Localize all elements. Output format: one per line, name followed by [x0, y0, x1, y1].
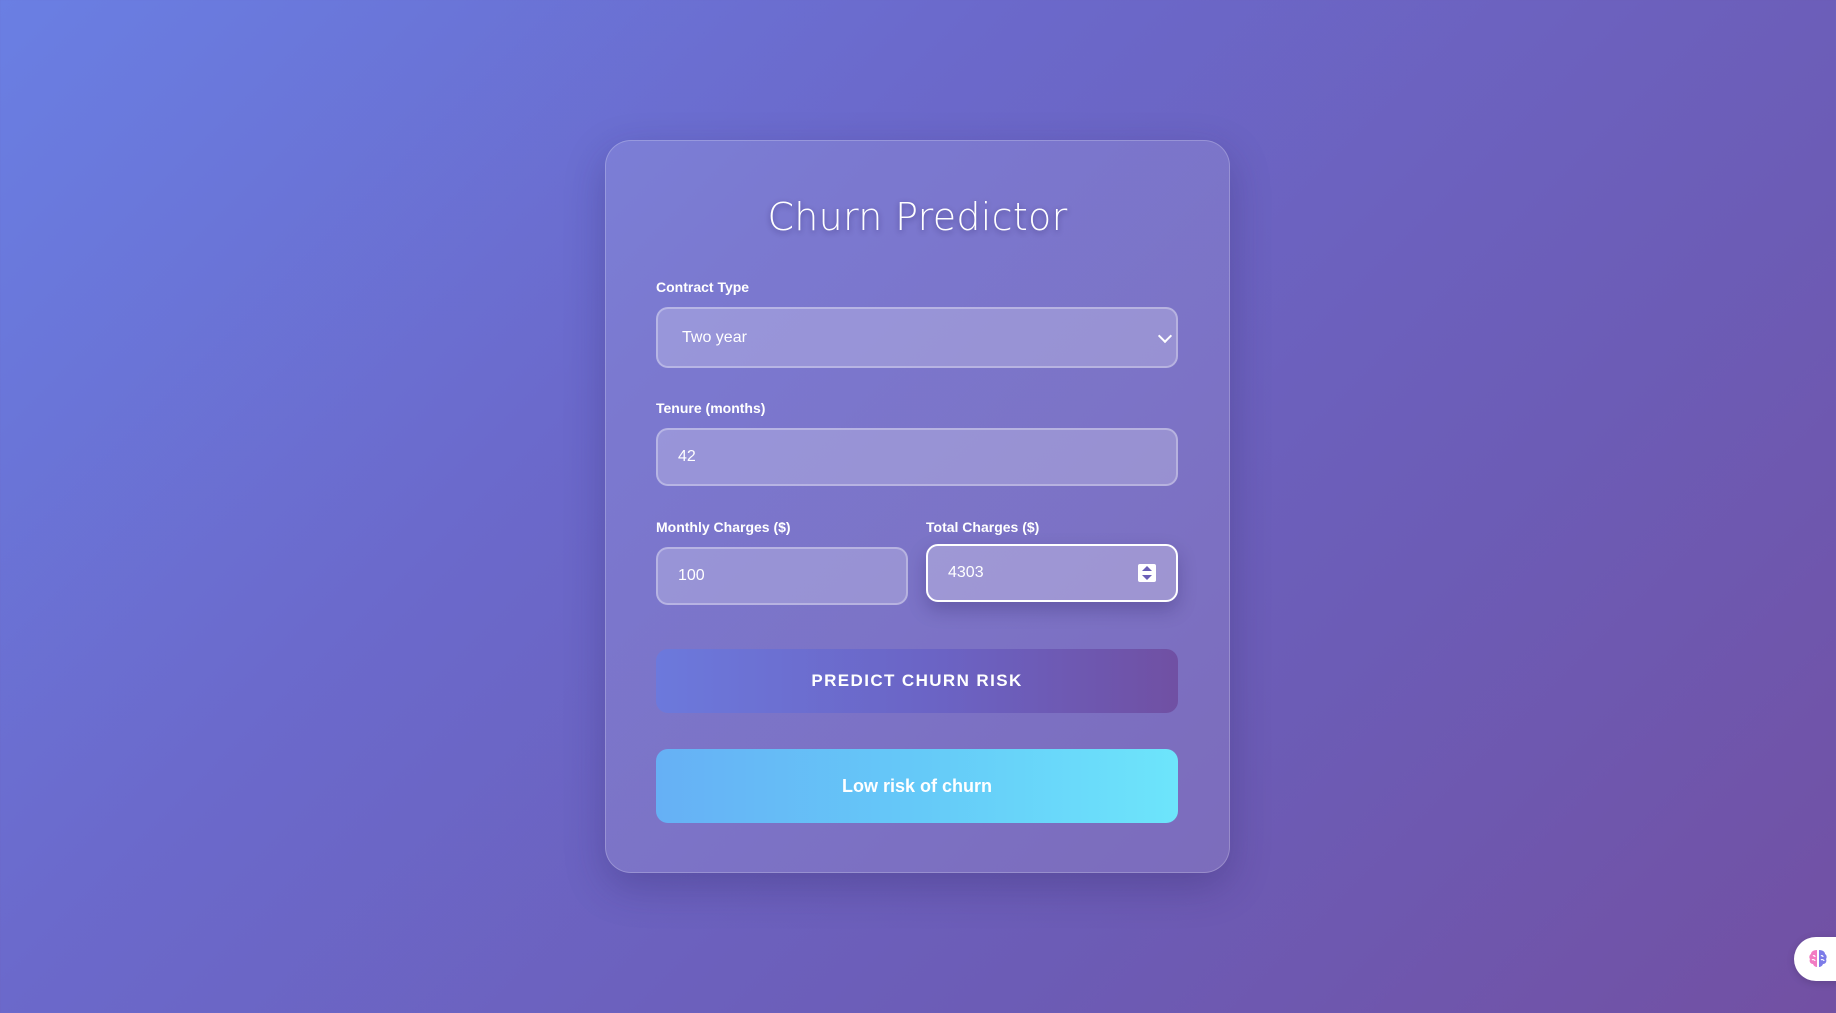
contract-type-label: Contract Type — [656, 279, 750, 295]
spinner-icon[interactable] — [1138, 564, 1156, 582]
monthly-charges-input[interactable]: 100 — [656, 547, 908, 605]
contract-type-select[interactable]: Two year — [656, 307, 1178, 368]
total-charges-label: Total Charges ($) — [926, 519, 1040, 535]
total-charges-input[interactable]: 4303 — [926, 544, 1178, 602]
predictor-card: Churn Predictor Contract Type Two year T… — [605, 140, 1230, 873]
assistant-widget[interactable] — [1794, 937, 1836, 981]
total-charges-value: 4303 — [948, 564, 984, 581]
monthly-charges-label: Monthly Charges ($) — [656, 519, 791, 535]
contract-type-value: Two year — [682, 328, 747, 346]
tenure-label: Tenure (months) — [656, 400, 766, 416]
tenure-input[interactable]: 42 — [656, 428, 1178, 486]
brain-icon — [1809, 950, 1827, 967]
predict-churn-button[interactable]: PREDICT CHURN RISK — [656, 649, 1178, 713]
page-title: Churn Predictor — [767, 195, 1068, 239]
result-banner: Low risk of churn — [656, 749, 1178, 823]
tenure-value: 42 — [678, 448, 696, 465]
chevron-down-icon — [1157, 328, 1173, 343]
monthly-charges-value: 100 — [678, 567, 705, 584]
